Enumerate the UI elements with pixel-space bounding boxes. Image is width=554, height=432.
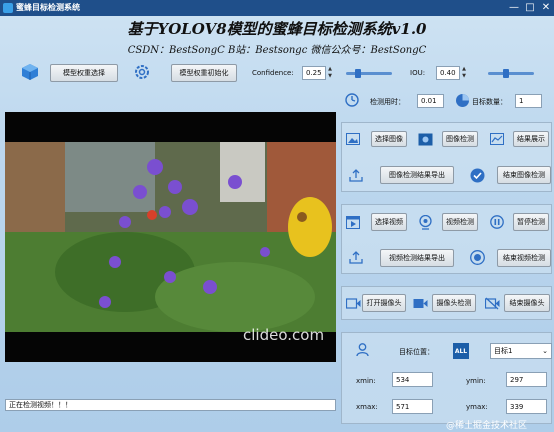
clock-icon — [344, 92, 360, 108]
maximize-button[interactable]: □ — [524, 2, 536, 14]
iou-slider-handle[interactable] — [503, 69, 510, 78]
video-display: clideo.com — [5, 112, 336, 362]
export-video-result-button[interactable]: 视频检测结果导出 — [380, 249, 454, 267]
video-detect-button[interactable]: 视频检测 — [442, 213, 478, 231]
page-title: 基于YOLOV8模型的蜜蜂目标检测系统v1.0 — [127, 20, 427, 38]
camera-detect-icon — [412, 295, 428, 311]
xmax-label: xmax: — [356, 403, 378, 411]
app-icon — [3, 3, 13, 13]
confidence-input[interactable]: 0.25 — [302, 66, 326, 80]
image-detect-button[interactable]: 图像检测 — [442, 131, 478, 147]
ymax-value: 339 — [506, 399, 547, 414]
stop-camera-button[interactable]: 结束摄像头 — [504, 294, 550, 312]
confidence-label: Confidence: — [252, 69, 294, 77]
pause-icon — [489, 214, 505, 230]
image-detect-icon — [417, 131, 433, 147]
select-video-button[interactable]: 选择视频 — [371, 213, 407, 231]
confidence-spinner[interactable]: ▲ ▼ — [327, 66, 333, 80]
ymax-label: ymax: — [466, 403, 488, 411]
stop-circle-icon — [469, 249, 485, 265]
detect-time-label: 检测用时： — [370, 98, 405, 106]
export-image-result-button[interactable]: 图像检测结果导出 — [380, 166, 454, 184]
webcam-icon — [417, 214, 433, 230]
camera-off-icon — [484, 295, 500, 311]
upload-icon — [348, 167, 364, 183]
all-icon: ALL — [453, 343, 469, 359]
target-count-value: 1 — [515, 94, 542, 108]
camera-detect-button[interactable]: 摄像头检测 — [432, 294, 476, 312]
xmax-value: 571 — [392, 399, 433, 414]
iou-input[interactable]: 0.40 — [436, 66, 460, 80]
chevron-down-icon: ⌄ — [542, 347, 548, 355]
iou-spinner[interactable]: ▲ ▼ — [461, 66, 467, 80]
video-file-icon — [345, 214, 361, 230]
xmin-value: 534 — [392, 372, 433, 387]
video-frame — [5, 112, 336, 362]
open-camera-button[interactable]: 打开摄像头 — [362, 294, 406, 312]
select-weights-button[interactable]: 模型权重选择 — [50, 64, 118, 82]
check-circle-icon — [469, 167, 485, 183]
target-select-value: 目标1 — [494, 347, 513, 355]
window-title-bar: 蜜蜂目标检测系统 — □ ✕ — [0, 0, 554, 16]
target-select[interactable]: 目标1 ⌄ — [490, 343, 552, 359]
confidence-slider[interactable] — [346, 72, 392, 75]
ymin-label: ymin: — [466, 377, 486, 385]
image-icon — [345, 131, 361, 147]
select-image-button[interactable]: 选择图像 — [371, 131, 407, 147]
footer-watermark: @稀土掘金技术社区 — [446, 421, 528, 431]
target-position-label: 目标位置： — [399, 348, 434, 356]
cube-icon — [20, 62, 40, 82]
page-subtitle: CSDN：BestSongC B站：Bestsongc 微信公众号：BestSo… — [127, 45, 427, 56]
gear-icon — [133, 63, 151, 81]
minimize-button[interactable]: — — [508, 2, 520, 14]
ymin-value: 297 — [506, 372, 547, 387]
person-icon — [354, 342, 370, 358]
detect-time-value: 0.01 — [417, 94, 444, 108]
init-weights-button[interactable]: 模型权重初始化 — [171, 64, 237, 82]
xmin-label: xmin: — [356, 377, 376, 385]
window-title: 蜜蜂目标检测系统 — [16, 3, 80, 12]
iou-label: IOU: — [410, 69, 426, 77]
stop-video-detect-button[interactable]: 结束视频检测 — [497, 249, 551, 267]
line-chart-icon — [489, 131, 505, 147]
iou-slider[interactable] — [488, 72, 534, 75]
video-watermark: clideo.com — [243, 326, 325, 344]
video-upload-icon — [348, 249, 364, 265]
stop-image-detect-button[interactable]: 结束图像检测 — [497, 166, 551, 184]
confidence-slider-handle[interactable] — [354, 69, 361, 78]
pie-chart-icon — [454, 92, 470, 108]
status-bar: 正在检测视频！！！ — [5, 399, 336, 411]
camera-icon — [345, 295, 361, 311]
show-result-button[interactable]: 结果展示 — [513, 131, 549, 147]
close-button[interactable]: ✕ — [540, 2, 552, 14]
target-count-label: 目标数量： — [472, 98, 507, 106]
pause-detect-button[interactable]: 暂停检测 — [513, 213, 549, 231]
